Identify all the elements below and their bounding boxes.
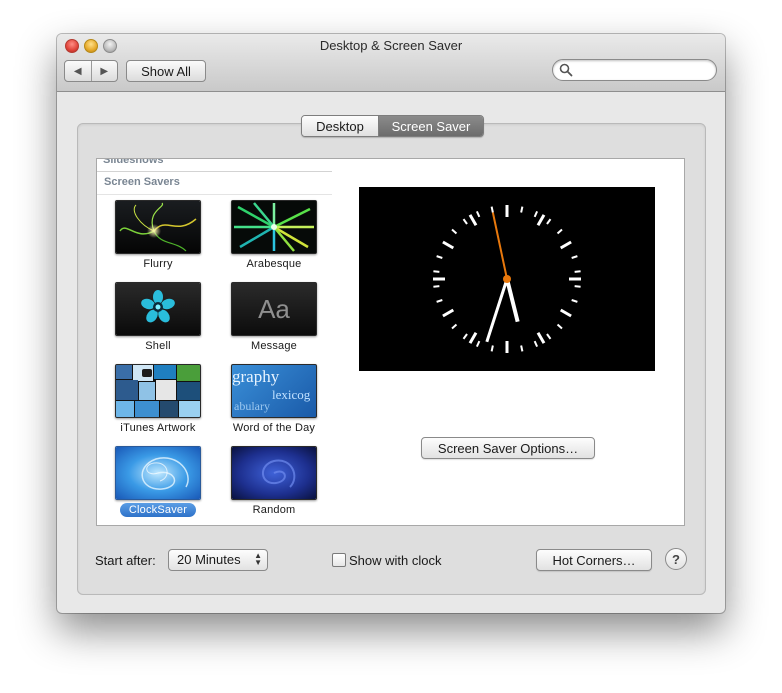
clock-minute-tick	[533, 340, 539, 348]
thumb-word-3: abulary	[234, 399, 270, 413]
help-button[interactable]: ?	[665, 548, 687, 570]
clock-minute-tick	[556, 228, 563, 235]
clock-minute-hand	[485, 278, 509, 343]
list-item-label: Shell	[145, 340, 171, 352]
clock-minute-tick	[574, 270, 581, 273]
list-item-label: iTunes Artwork	[120, 422, 196, 434]
search-icon	[559, 63, 573, 77]
list-item-label: Random	[252, 504, 296, 516]
show-with-clock-checkbox[interactable]	[332, 553, 346, 567]
clock-hour-tick	[468, 331, 478, 344]
clock-minute-tick	[533, 210, 539, 218]
clock-minute-tick	[546, 333, 552, 340]
list-item-itunes-artwork[interactable]: iTunes Artwork	[102, 364, 214, 440]
forward-arrow-icon: ▶	[100, 65, 109, 77]
tab-screen-saver[interactable]: Screen Saver	[379, 116, 483, 136]
clock-minute-tick	[490, 345, 494, 352]
section-header-label: Screen Savers	[104, 176, 180, 188]
screen-savers-section-header: Screen Savers	[97, 171, 333, 195]
arabesque-thumbnail-icon	[231, 200, 317, 254]
tab-bar: Desktop Screen Saver	[301, 115, 484, 137]
selected-label: ClockSaver	[119, 503, 197, 517]
list-item-label: Word of the Day	[232, 422, 316, 434]
search-field[interactable]	[552, 59, 717, 81]
tab-desktop[interactable]: Desktop	[302, 116, 379, 136]
show-with-clock-label[interactable]: Show with clock	[349, 553, 441, 568]
clock-hour-tick	[559, 240, 572, 250]
window-title: Desktop & Screen Saver	[319, 38, 463, 53]
clock-hour-hand	[505, 278, 520, 323]
random-thumbnail-icon	[231, 446, 317, 500]
preview-pane: Screen Saver Options…	[332, 158, 685, 526]
clock-minute-tick	[451, 323, 458, 330]
clock-minute-tick	[433, 285, 440, 288]
clocksaver-thumbnail-icon	[115, 446, 201, 500]
clock-minute-tick	[462, 333, 468, 340]
clock-minute-tick	[462, 218, 468, 225]
clock-hour-tick	[536, 214, 546, 227]
list-item-message[interactable]: Aa Message	[218, 282, 330, 358]
back-arrow-icon: ◀	[73, 65, 82, 77]
hot-corners-button[interactable]: Hot Corners…	[536, 549, 652, 571]
search-input[interactable]	[575, 61, 711, 79]
message-thumbnail-icon: Aa	[231, 282, 317, 336]
clock-minute-tick	[475, 210, 481, 218]
clock-minute-tick	[475, 340, 481, 348]
message-thumbnail-text: Aa	[258, 293, 290, 324]
start-after-popup[interactable]: 20 Minutes ▲ ▼	[168, 549, 268, 571]
list-item-clocksaver[interactable]: ClockSaver	[102, 446, 214, 522]
clock-minute-tick	[556, 323, 563, 330]
clock-hour-tick	[559, 308, 572, 318]
clock-minute-tick	[520, 206, 524, 213]
screen-saver-preview	[359, 187, 655, 371]
back-button[interactable]: ◀	[65, 61, 92, 81]
title-bar: Desktop & Screen Saver ◀ ▶ Show All	[57, 34, 725, 92]
flurry-thumbnail-icon	[115, 200, 201, 254]
clock-hour-tick	[442, 240, 455, 250]
list-item-label-selected: ClockSaver	[102, 503, 214, 517]
clock-minute-tick	[451, 228, 458, 235]
clock-minute-tick	[571, 255, 578, 259]
clock-minute-tick	[546, 218, 552, 225]
clock-minute-tick	[571, 299, 578, 303]
clock-minute-tick	[436, 255, 443, 259]
thumb-word-1: graphy	[232, 367, 280, 386]
show-all-button[interactable]: Show All	[126, 60, 206, 82]
screen-saver-options-button[interactable]: Screen Saver Options…	[421, 437, 595, 459]
forward-button[interactable]: ▶	[92, 61, 118, 81]
list-item-label: Flurry	[143, 258, 173, 270]
clock-minute-tick	[574, 285, 581, 288]
list-item-word-of-the-day[interactable]: graphy lexicog abulary Word of the Day	[218, 364, 330, 440]
clock-second-hand	[491, 212, 508, 280]
screen-saver-list[interactable]: Slideshows Screen Savers Flurry Arabesqu…	[96, 158, 334, 526]
clock-pivot	[503, 275, 511, 283]
popup-arrows-icon: ▲ ▼	[254, 551, 262, 567]
word-of-the-day-thumbnail-icon: graphy lexicog abulary	[231, 364, 317, 418]
list-item-label: Message	[250, 340, 298, 352]
clock-minute-tick	[433, 270, 440, 273]
back-forward-control: ◀ ▶	[64, 60, 118, 82]
preferences-window: Desktop & Screen Saver ◀ ▶ Show All Desk…	[57, 34, 725, 613]
list-item-random[interactable]: Random	[218, 446, 330, 522]
clock-hour-tick	[468, 214, 478, 227]
list-item-arabesque[interactable]: Arabesque	[218, 200, 330, 276]
start-after-value: 20 Minutes	[177, 552, 241, 567]
clock-minute-tick	[520, 345, 524, 352]
clock-minute-tick	[436, 299, 443, 303]
thumb-word-2: lexicog	[272, 387, 311, 402]
shell-thumbnail-icon	[115, 282, 201, 336]
itunes-artwork-thumbnail-icon	[115, 364, 201, 418]
clock-hour-tick	[536, 331, 546, 344]
slideshows-section-header: Slideshows	[103, 158, 164, 166]
clock-minute-tick	[490, 206, 494, 213]
analog-clock-icon	[433, 205, 581, 353]
list-item-flurry[interactable]: Flurry	[102, 200, 214, 276]
clock-hour-tick	[442, 308, 455, 318]
list-item-label: Arabesque	[246, 258, 302, 270]
list-item-shell[interactable]: Shell	[102, 282, 214, 358]
start-after-label: Start after:	[95, 553, 156, 568]
